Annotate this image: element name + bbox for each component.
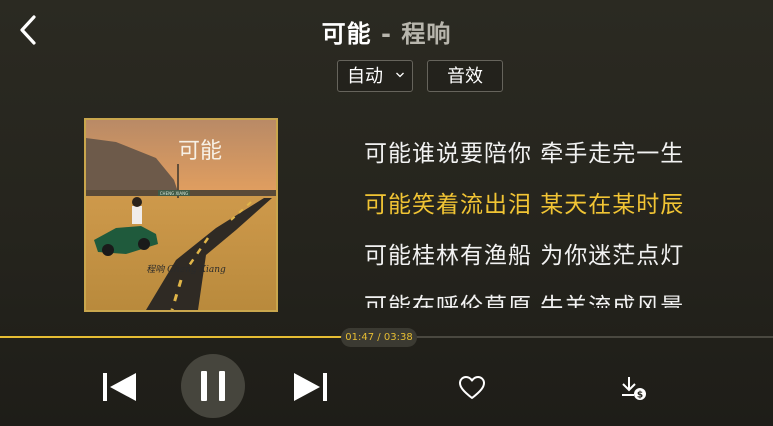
album-signature: 程响 Cheng Xiang [146, 264, 226, 275]
artist-name[interactable]: 程响 [401, 20, 451, 48]
pause-icon [201, 371, 225, 401]
sound-effect-button[interactable]: 音效 [427, 60, 503, 92]
lyric-line: 可能桂林有渔船 为你迷茫点灯 [364, 243, 685, 269]
lyrics-panel[interactable]: 可能谁说要陪你 牵手走完一生 可能笑着流出泪 某天在某时辰 可能桂林有渔船 为你… [364, 96, 724, 308]
album-cover-text: 可能 [178, 139, 222, 164]
skip-next-icon [294, 373, 327, 401]
next-button[interactable] [291, 369, 329, 405]
album-artwork: CHENG XIANG 可能 程响 Cheng Xiang [86, 120, 276, 310]
previous-button[interactable] [101, 369, 139, 405]
page-title: 可能 - 程响 [0, 14, 773, 49]
pause-button[interactable] [181, 354, 245, 418]
mode-label: 自动 [347, 66, 383, 87]
svg-text:$: $ [637, 391, 643, 401]
progress-fill [0, 336, 380, 338]
heart-icon [459, 376, 485, 399]
sound-effect-label: 音效 [447, 66, 483, 87]
progress-thumb[interactable]: 01:47 / 03:38 [341, 328, 417, 347]
title-separator: - [381, 20, 392, 48]
album-cover[interactable]: CHENG XIANG 可能 程响 Cheng Xiang [84, 118, 278, 312]
lyric-line-active: 可能笑着流出泪 某天在某时辰 [364, 192, 685, 218]
time-separator: / [374, 332, 384, 343]
download-button[interactable]: $ [620, 374, 648, 402]
lyric-line: 可能谁说要陪你 牵手走完一生 [364, 141, 685, 167]
skip-previous-icon [103, 373, 136, 401]
chevron-down-icon [396, 72, 404, 78]
total-duration: 03:38 [383, 332, 413, 343]
elapsed-time: 01:47 [345, 332, 375, 343]
favorite-button[interactable] [458, 375, 486, 401]
road-sign-text: CHENG XIANG [160, 191, 188, 196]
song-title: 可能 [321, 20, 372, 48]
download-icon: $ [622, 377, 646, 401]
mode-dropdown[interactable]: 自动 [337, 60, 413, 92]
lyric-line: 可能在呼伦草原 牛羊流成风景 [364, 294, 685, 308]
